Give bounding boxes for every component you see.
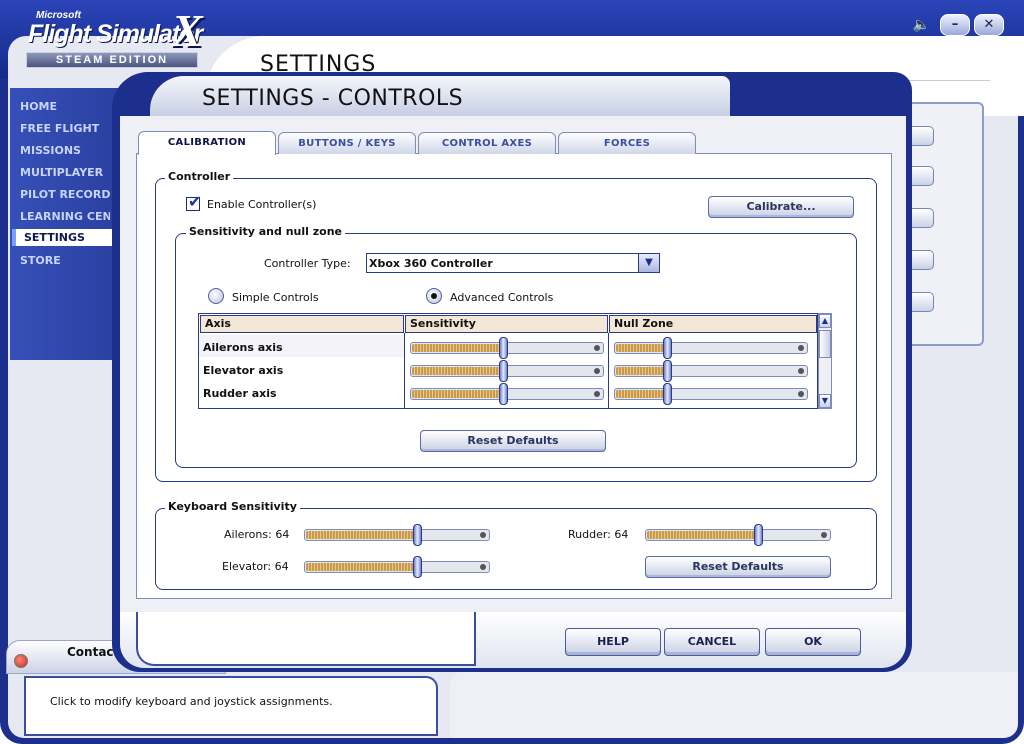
speaker-icon[interactable]: 🔈: [913, 17, 930, 33]
table-row-axis[interactable]: Ailerons axis: [203, 341, 283, 354]
rudder-sensitivity-slider[interactable]: [410, 383, 604, 405]
app-logo: Microsoft Flight Simulator X STEAM EDITI…: [22, 5, 212, 72]
slider-thumb[interactable]: [413, 524, 422, 546]
sidebar-item-home[interactable]: HOME: [20, 100, 110, 113]
ailerons-sensitivity-slider[interactable]: [410, 337, 604, 359]
enable-controllers-label[interactable]: Enable Controller(s): [207, 198, 316, 211]
advanced-controls-label[interactable]: Advanced Controls: [450, 291, 553, 304]
dialog-footer-info: [136, 612, 476, 666]
logo-edition: STEAM EDITION: [26, 52, 198, 68]
ailerons-null-zone-slider[interactable]: [614, 337, 808, 359]
rudder-null-zone-slider[interactable]: [614, 383, 808, 405]
sidebar-item-settings[interactable]: SETTINGS: [12, 229, 112, 246]
rudder-label: Rudder: 64: [568, 528, 629, 541]
sidebar-item-multiplayer[interactable]: MULTIPLAYER: [20, 166, 110, 179]
column-header-axis[interactable]: Axis: [200, 315, 404, 333]
tab-calibration[interactable]: CALIBRATION: [138, 131, 276, 155]
tab-control-axes[interactable]: CONTROL AXES: [418, 132, 556, 154]
slider-thumb[interactable]: [663, 337, 672, 359]
keyboard-ailerons-slider[interactable]: [304, 524, 490, 546]
slider-thumb[interactable]: [499, 337, 508, 359]
status-area: [450, 672, 1018, 738]
ok-button[interactable]: OK: [765, 628, 861, 656]
controller-group-label: Controller: [165, 170, 234, 183]
scroll-down-icon[interactable]: ▼: [819, 394, 831, 408]
scrollbar-thumb[interactable]: [819, 330, 831, 358]
slider-thumb[interactable]: [663, 383, 672, 405]
slider-thumb[interactable]: [413, 556, 422, 578]
tab-buttons-keys[interactable]: BUTTONS / KEYS: [278, 132, 416, 154]
sensitivity-group-label: Sensitivity and null zone: [186, 225, 346, 238]
contacts-status-icon: [14, 654, 28, 668]
dialog-title: SETTINGS - CONTROLS: [202, 86, 464, 111]
scroll-up-icon[interactable]: ▲: [819, 314, 831, 328]
reset-defaults-keyboard-button[interactable]: Reset Defaults: [645, 556, 831, 578]
sidebar-item-store[interactable]: STORE: [20, 254, 110, 267]
keyboard-rudder-slider[interactable]: [645, 524, 831, 546]
window-controls: 🔈 – ✕: [913, 14, 1004, 36]
status-text: Click to modify keyboard and joystick as…: [50, 695, 333, 708]
slider-thumb[interactable]: [499, 383, 508, 405]
calibrate-button[interactable]: Calibrate...: [708, 196, 854, 218]
slider-thumb[interactable]: [499, 360, 508, 382]
column-header-sensitivity[interactable]: Sensitivity: [405, 315, 608, 333]
sidebar-item-pilot-records[interactable]: PILOT RECORDS: [20, 188, 110, 201]
sidebar-item-free-flight[interactable]: FREE FLIGHT: [20, 122, 110, 135]
logo-x: X: [172, 5, 203, 56]
help-button[interactable]: HELP: [565, 628, 661, 656]
radio-selected-dot: [431, 293, 437, 299]
simple-controls-label[interactable]: Simple Controls: [232, 291, 319, 304]
reset-defaults-sensitivity-button[interactable]: Reset Defaults: [420, 430, 606, 452]
column-header-null-zone[interactable]: Null Zone: [609, 315, 817, 333]
slider-thumb[interactable]: [754, 524, 763, 546]
keyboard-sensitivity-group-label: Keyboard Sensitivity: [165, 500, 300, 513]
column-divider: [608, 333, 609, 409]
table-row-axis[interactable]: Rudder axis: [203, 387, 277, 400]
elevator-label: Elevator: 64: [222, 560, 289, 573]
sidebar-item-missions[interactable]: MISSIONS: [20, 144, 110, 157]
close-button[interactable]: ✕: [974, 14, 1004, 36]
table-row-axis[interactable]: Elevator axis: [203, 364, 283, 377]
checkmark-icon: ✔: [188, 192, 202, 211]
controller-type-label: Controller Type:: [264, 257, 351, 270]
elevator-sensitivity-slider[interactable]: [410, 360, 604, 382]
column-divider: [404, 333, 405, 409]
minimize-button[interactable]: –: [940, 14, 970, 36]
ailerons-label: Ailerons: 64: [224, 528, 290, 541]
elevator-null-zone-slider[interactable]: [614, 360, 808, 382]
controller-type-value[interactable]: Xbox 360 Controller: [369, 257, 493, 270]
chevron-down-icon[interactable]: ▼: [638, 254, 659, 272]
simple-controls-radio[interactable]: [208, 288, 224, 304]
tab-forces[interactable]: FORCES: [558, 132, 696, 154]
keyboard-elevator-slider[interactable]: [304, 556, 490, 578]
cancel-button[interactable]: CANCEL: [664, 628, 760, 656]
slider-thumb[interactable]: [663, 360, 672, 382]
sidebar-item-learning-center[interactable]: LEARNING CENT: [20, 210, 110, 223]
